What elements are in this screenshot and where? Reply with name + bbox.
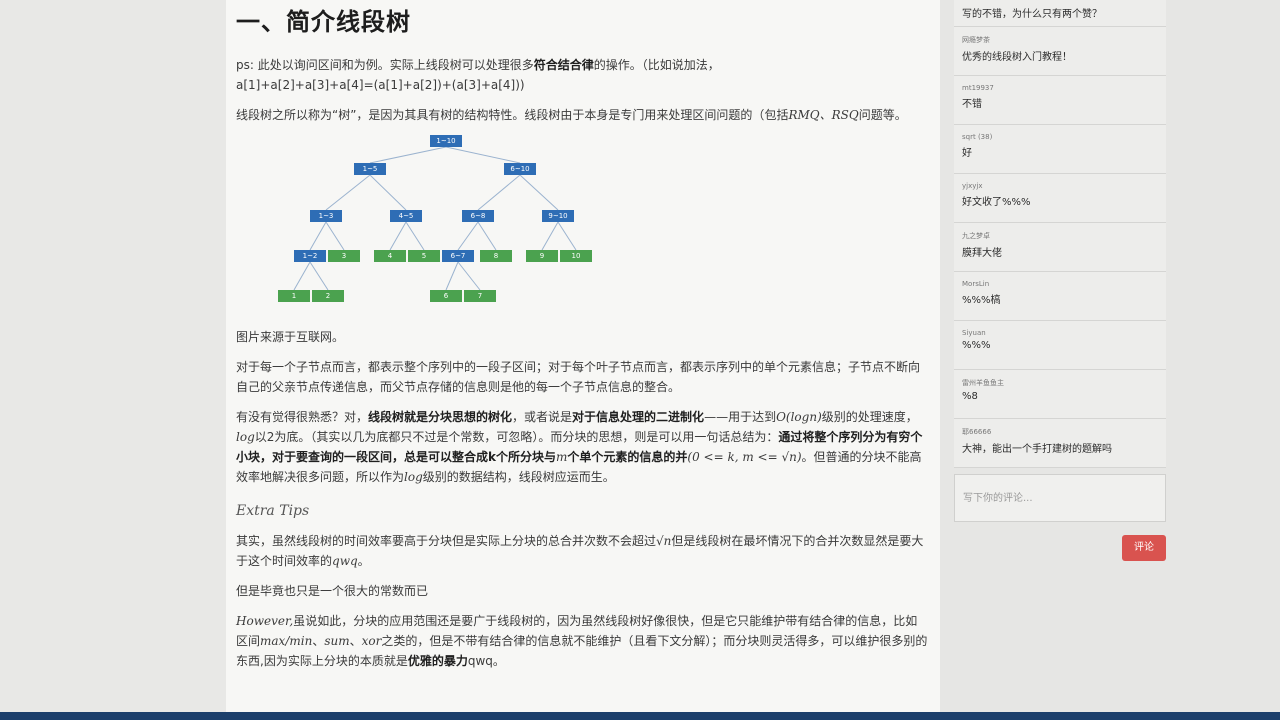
intro-note: ps: 此处以询问区间和为例。实际上线段树可以处理很多符合结合律的操作。（比如说… — [236, 58, 720, 92]
tree-node: 2 — [312, 290, 344, 302]
comment-sidebar: 写的不错，为什么只有两个赞？ 网瘾梦茶 优秀的线段树入门教程！ mt19937 … — [940, 0, 1280, 712]
tree-node: 9 — [526, 250, 558, 262]
tree-node: 4 — [374, 250, 406, 262]
comment-user[interactable]: 九之梦卓 — [962, 231, 1158, 241]
node-description-paragraph: 对于每一个子节点而言，都表示整个序列中的一段子区间；对于每个叶子节点而言，都表示… — [236, 360, 921, 394]
efficiency-paragraph: 其实，虽然线段树的时间效率要高于分块但是实际上分块的总合并次数不会超过√n但是线… — [236, 534, 924, 568]
tree-node: 1~5 — [354, 163, 386, 175]
comment-user[interactable]: 耶66666 — [962, 427, 1158, 437]
tree-node: 5 — [408, 250, 440, 262]
comment-text: 膜拜大佬 — [962, 248, 1002, 259]
segment-tree-figure: 1~10 1~5 6~10 1~3 4~5 6~8 9~10 1~2 3 4 5… — [252, 135, 592, 315]
tree-node: 1 — [278, 290, 310, 302]
comment-text: 不错 — [962, 99, 982, 110]
tree-node: 9~10 — [542, 210, 574, 222]
comment-text: %%%槁 — [962, 295, 1001, 306]
tree-node: 7 — [464, 290, 496, 302]
comment-user[interactable]: mt19937 — [962, 84, 1158, 92]
comment-user[interactable]: sqrt (38) — [962, 133, 1158, 141]
comment-text: 写的不错，为什么只有两个赞？ — [962, 9, 1102, 20]
taskbar — [0, 712, 1280, 720]
tree-node: 10 — [560, 250, 592, 262]
comment-text: 大神，能出一个手打建树的题解吗 — [962, 444, 1112, 455]
tree-node: 6~8 — [462, 210, 494, 222]
tree-node: 1~3 — [310, 210, 342, 222]
comment-user[interactable]: MorsLin — [962, 280, 1158, 288]
tree-node: 1~2 — [294, 250, 326, 262]
tree-intro-paragraph: 线段树之所以称为“树”，是因为其具有树的结构特性。线段树由于本身是专门用来处理区… — [236, 108, 907, 122]
comment-item: 耶66666 大神，能出一个手打建树的题解吗 — [954, 419, 1166, 468]
comment-item: 九之梦卓 膜拜大佬 — [954, 223, 1166, 272]
however-paragraph: However,虽说如此，分块的应用范围还是要广于线段树的，因为虽然线段树好像很… — [236, 614, 928, 668]
comment-text: 好文收了%%% — [962, 197, 1031, 208]
comment-user[interactable]: 雷州羊鱼鱼主 — [962, 378, 1158, 388]
article-content: 一、简介线段树 ps: 此处以询问区间和为例。实际上线段树可以处理很多符合结合律… — [226, 0, 940, 712]
comment-item: 写的不错，为什么只有两个赞？ — [954, 0, 1166, 27]
tree-node: 6 — [430, 290, 462, 302]
section-title: 一、简介线段树 — [236, 8, 411, 36]
image-caption: 图片来源于互联网。 — [236, 330, 345, 344]
comment-item: 网瘾梦茶 优秀的线段树入门教程！ — [954, 27, 1166, 76]
comment-user[interactable]: 网瘾梦茶 — [962, 35, 1158, 45]
comment-item: sqrt (38) 好 — [954, 125, 1166, 174]
comment-text: 好 — [962, 148, 972, 159]
comment-item: 雷州羊鱼鱼主 %8 — [954, 370, 1166, 419]
tree-node: 6~10 — [504, 163, 536, 175]
comment-text: %%% — [962, 340, 991, 351]
comment-text: 优秀的线段树入门教程！ — [962, 52, 1072, 63]
comment-list: 写的不错，为什么只有两个赞？ 网瘾梦茶 优秀的线段树入门教程！ mt19937 … — [954, 0, 1166, 468]
tree-node: 1~10 — [430, 135, 462, 147]
constant-paragraph: 但是毕竟也只是一个很大的常数而已 — [236, 584, 429, 598]
tree-edges — [293, 146, 577, 291]
tree-node: 6~7 — [442, 250, 474, 262]
comment-item: mt19937 不错 — [954, 76, 1166, 125]
comment-input[interactable]: 写下你的评论... — [954, 474, 1166, 522]
block-thought-paragraph: 有没有觉得很熟悉？对，线段树就是分块思想的树化，或者说是对于信息处理的二进制化—… — [236, 410, 923, 484]
comment-item: yjxyjx 好文收了%%% — [954, 174, 1166, 223]
comment-item: Siyuan %%% — [954, 321, 1166, 370]
left-page-margin — [0, 0, 226, 720]
tree-node: 4~5 — [390, 210, 422, 222]
tree-node: 8 — [480, 250, 512, 262]
comment-user[interactable]: Siyuan — [962, 329, 1158, 337]
comment-item: MorsLin %%%槁 — [954, 272, 1166, 321]
comment-text: %8 — [962, 391, 978, 402]
tree-node: 3 — [328, 250, 360, 262]
comment-user[interactable]: yjxyjx — [962, 182, 1158, 190]
submit-comment-button[interactable]: 评论 — [1122, 535, 1166, 561]
extra-tips-heading: Extra Tips — [236, 503, 310, 519]
